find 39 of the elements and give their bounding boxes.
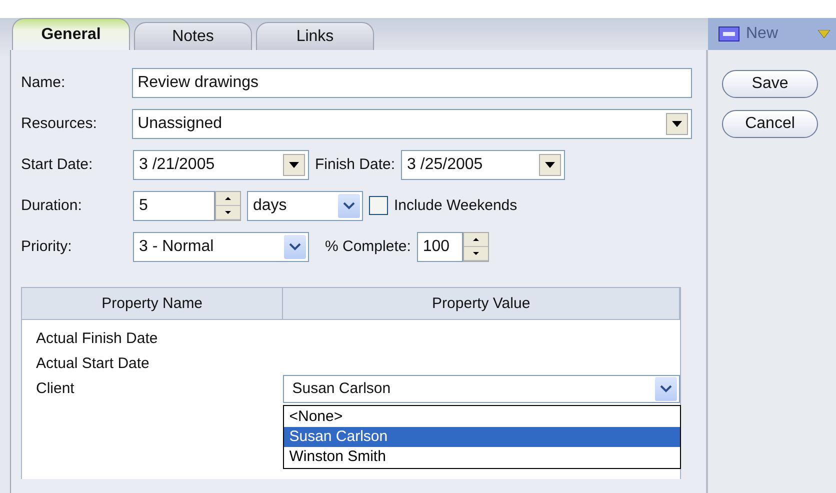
save-button[interactable]: Save [722, 70, 818, 98]
column-header[interactable]: Property Value [283, 288, 680, 319]
priority-dropdown[interactable]: 3 - Normal [133, 232, 309, 262]
cancel-button[interactable]: Cancel [722, 110, 818, 138]
spin-buttons[interactable] [215, 190, 241, 220]
caret-icon [545, 162, 556, 168]
client-dropdown[interactable]: Susan Carlson [283, 374, 680, 402]
tab[interactable]: Links [256, 22, 374, 50]
percent-field[interactable]: 100 [416, 232, 463, 262]
chevron-icon [289, 242, 301, 250]
finish-date-picker[interactable]: 3 /25/2005 [401, 150, 566, 180]
column-header[interactable]: Property Name [22, 288, 284, 319]
chevron-icon [660, 384, 672, 392]
field-label: Name: [21, 74, 66, 91]
chevron-icon [343, 202, 355, 210]
property-name: Actual Start Date [35, 355, 150, 372]
tab[interactable]: General [12, 18, 130, 50]
caret-icon [289, 162, 299, 168]
field-label: Resources: [21, 115, 98, 132]
field-label: Duration: [21, 197, 83, 214]
unit-dropdown[interactable]: days [247, 190, 363, 220]
dropdown-option[interactable]: Susan Carlson [284, 426, 680, 446]
field-label: % Complete: [325, 238, 411, 255]
caret-icon [672, 120, 682, 126]
checkbox-label: Include Weekends [394, 197, 518, 214]
tab[interactable]: Notes [134, 22, 252, 50]
field-label: Finish Date: [315, 156, 396, 173]
spin-buttons[interactable] [462, 232, 489, 262]
field-label: Start Date: [21, 156, 94, 173]
window-icon [718, 26, 740, 42]
property-name: Actual Finish Date [35, 330, 159, 347]
resources-dropdown[interactable]: Unassigned [132, 108, 692, 138]
start-date-picker[interactable]: 3 /21/2005 [133, 150, 309, 180]
caret-icon[interactable] [818, 30, 830, 38]
name-field[interactable]: Review drawings [132, 68, 692, 98]
checkbox[interactable] [369, 196, 388, 215]
field-label: Priority: [21, 238, 73, 255]
duration-field[interactable]: 5 [133, 190, 215, 220]
property-name: Client [35, 380, 76, 397]
